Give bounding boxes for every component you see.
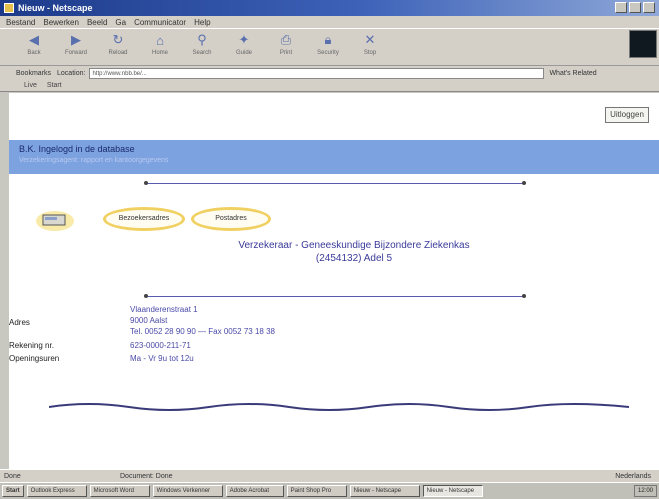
- personal-toolbar: Live Start: [0, 80, 659, 92]
- visiting-address-button[interactable]: Bezoekersadres: [103, 207, 185, 231]
- stop-icon: ✕: [364, 32, 376, 47]
- hours-label: Openingsuren: [9, 354, 60, 363]
- status-document: Document: Done: [120, 472, 173, 480]
- menu-communicator[interactable]: Communicator: [134, 18, 186, 27]
- account-label: Rekening nr.: [9, 341, 54, 350]
- search-icon: ⚲: [197, 32, 207, 47]
- minimize-button[interactable]: [615, 2, 627, 13]
- logout-button[interactable]: Uitloggen: [605, 107, 649, 123]
- link-start[interactable]: Start: [47, 82, 62, 89]
- maximize-button[interactable]: [629, 2, 641, 13]
- search-button[interactable]: ⚲ Search: [188, 29, 216, 56]
- phone-fax: Tel. 0052 28 90 90 — Fax 0052 73 18 38: [130, 327, 275, 336]
- reload-icon: ↻: [112, 32, 124, 47]
- menu-bewerken[interactable]: Bewerken: [43, 18, 79, 27]
- task-word[interactable]: Microsoft Word: [89, 485, 150, 497]
- separator-dot: [144, 181, 148, 185]
- navigation-toolbar: ◀ Back ▶ Forward ↻ Reload ⌂ Home ⚲ Search ✦ Gu…: [0, 28, 659, 66]
- status-right: Nederlands: [615, 472, 651, 480]
- separator-line-middle: [146, 296, 526, 297]
- address-label: Adres: [9, 318, 30, 327]
- task-paint-shop[interactable]: Paint Shop Pro: [286, 485, 347, 497]
- menu-bar: Bestand Bewerken Beeld Ga Communicator H…: [0, 16, 659, 28]
- hours-value: Ma - Vr 9u tot 12u: [130, 354, 194, 363]
- task-outlook[interactable]: Outlook Express: [26, 485, 87, 497]
- guide-button[interactable]: ✦ Guide: [230, 29, 258, 56]
- close-button[interactable]: [643, 2, 655, 13]
- page-header-title: B.K. Ingelogd in de database: [19, 144, 135, 154]
- scanner-icon: [36, 211, 74, 231]
- home-icon: ⌂: [156, 32, 164, 48]
- forward-arrow-icon: ▶: [71, 32, 81, 47]
- bookmarks-button[interactable]: Bookmarks: [16, 70, 51, 77]
- company-code: (2454132) Adel 5: [315, 253, 393, 264]
- url-field[interactable]: http://www.nbb.be/...: [89, 67, 545, 79]
- windows-taskbar: Start Outlook Express Microsoft Word Win…: [0, 482, 659, 499]
- security-icon: 🔒︎: [324, 32, 332, 47]
- system-clock: 12:00: [633, 485, 657, 497]
- forward-button[interactable]: ▶ Forward: [62, 29, 90, 56]
- start-button[interactable]: Start: [2, 485, 24, 497]
- back-button[interactable]: ◀ Back: [20, 29, 48, 56]
- decorative-wave-line: [49, 403, 629, 411]
- task-acrobat[interactable]: Adobe Acrobat: [225, 485, 284, 497]
- page-header-band: B.K. Ingelogd in de database Verzekering…: [9, 140, 659, 174]
- menu-ga[interactable]: Ga: [115, 18, 126, 27]
- postal-address-button[interactable]: Postadres: [191, 207, 271, 231]
- window-title-bar: Nieuw - Netscape: [0, 0, 659, 16]
- contact-info: Vlaanderenstraat 1 Adres 9000 Aalst Tel.…: [9, 305, 659, 375]
- link-live[interactable]: Live: [24, 82, 37, 89]
- task-explorer[interactable]: Windows Verkenner: [152, 485, 223, 497]
- window-title: Nieuw - Netscape: [18, 3, 93, 13]
- task-netscape-active[interactable]: Nieuw - Netscape: [422, 485, 483, 497]
- status-left: Done: [4, 472, 21, 480]
- menu-bestand[interactable]: Bestand: [6, 18, 35, 27]
- stop-button[interactable]: ✕ Stop: [356, 29, 384, 56]
- menu-beeld[interactable]: Beeld: [87, 18, 107, 27]
- separator-dot: [522, 294, 526, 298]
- netscape-logo: [629, 30, 657, 58]
- netscape-icon: [4, 3, 14, 13]
- address-bar: Bookmarks Location: http://www.nbb.be/..…: [0, 66, 659, 80]
- status-bar: Done Document: Done Nederlands: [0, 469, 659, 482]
- separator-line-top: [146, 183, 526, 184]
- address-line-1: Vlaanderenstraat 1: [130, 305, 198, 314]
- location-label: Location:: [57, 69, 86, 77]
- page-content: Uitloggen B.K. Ingelogd in de database V…: [9, 93, 659, 469]
- task-netscape[interactable]: Nieuw - Netscape: [349, 485, 420, 497]
- separator-dot: [522, 181, 526, 185]
- home-button[interactable]: ⌂ Home: [146, 29, 174, 57]
- reload-button[interactable]: ↻ Reload: [104, 29, 132, 56]
- guide-icon: ✦: [238, 32, 250, 47]
- print-icon: ⎙: [280, 32, 292, 47]
- print-button[interactable]: ⎙ Print: [272, 29, 300, 56]
- page-header-subtitle: Verzekeringsagent: rapport en kantoorgeg…: [19, 157, 169, 164]
- address-line-2: 9000 Aalst: [130, 316, 168, 325]
- menu-help[interactable]: Help: [194, 18, 210, 27]
- window-controls: [615, 2, 655, 13]
- separator-dot: [144, 294, 148, 298]
- account-value[interactable]: 623-0000-211-71: [130, 341, 191, 350]
- whats-related-button[interactable]: What's Related: [549, 70, 596, 77]
- back-arrow-icon: ◀: [29, 32, 39, 47]
- company-name: Verzekeraar - Geneeskundige Bijzondere Z…: [238, 240, 470, 251]
- security-button[interactable]: 🔒︎ Security: [314, 29, 342, 56]
